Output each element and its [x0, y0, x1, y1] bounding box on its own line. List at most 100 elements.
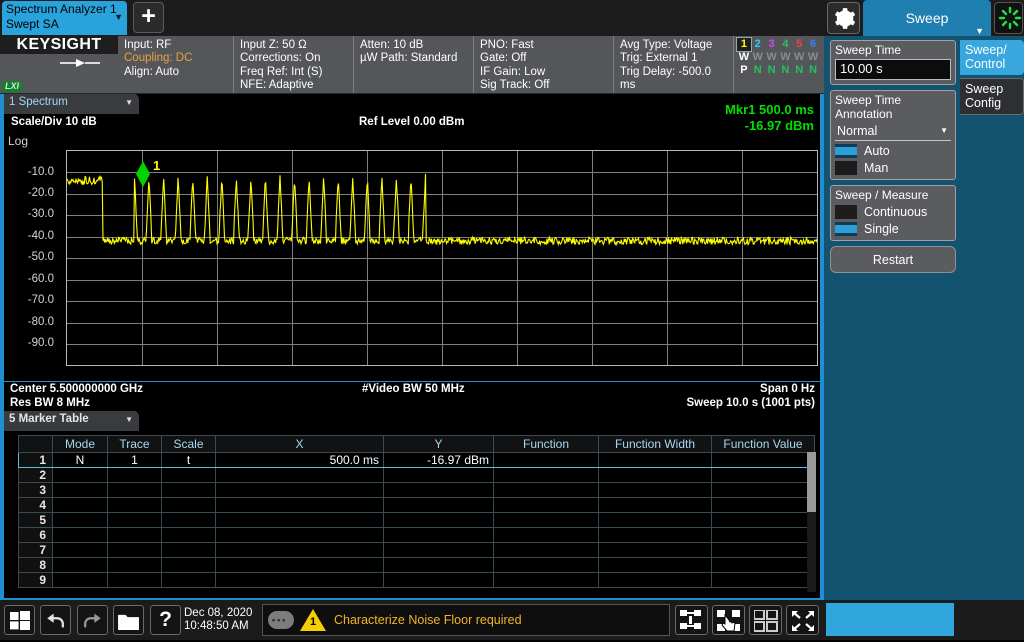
chevron-down-icon[interactable]: ▼ [125, 98, 133, 107]
status-atten-group[interactable]: Atten: 10 dB µW Path: Standard [354, 36, 474, 93]
col-function: Function [493, 435, 599, 453]
single-option[interactable]: Single [835, 222, 951, 236]
busy-indicator-icon [998, 6, 1022, 30]
trace-indicator-grid[interactable]: 1 2 3 4 5 6 W W W W W W P N N N N N [734, 36, 822, 93]
annotation-sweep[interactable]: Sweep 10.0 s (1001 pts) [687, 397, 815, 409]
status-atten: Atten: 10 dB [360, 39, 424, 51]
table-row[interactable]: 4 [18, 497, 815, 513]
marker-cell-x [215, 542, 384, 558]
status-reference-group[interactable]: Input Z: 50 Ω Corrections: On Freq Ref: … [234, 36, 354, 93]
file-open-button[interactable] [113, 605, 144, 635]
sweep-measure-card[interactable]: Sweep / Measure Continuous Single [830, 185, 956, 241]
marker-cell-function-value [711, 467, 815, 483]
sweep-time-annotation-card[interactable]: Sweep Time Annotation Normal ▼ Auto Man [830, 90, 956, 180]
y-tick-7: -70.0 [27, 294, 54, 306]
table-row[interactable]: 6 [18, 527, 815, 543]
restart-button[interactable]: Restart [830, 246, 956, 273]
man-radio-indicator[interactable] [835, 161, 857, 175]
fullscreen-button[interactable] [786, 605, 819, 635]
status-message-bar[interactable]: ••• 1 Characterize Noise Floor required [262, 604, 670, 636]
subtab-sweep-config[interactable]: Sweep Config [960, 78, 1024, 115]
subtab-sweep-control[interactable]: Sweep/ Control [960, 40, 1024, 75]
trace-number-3[interactable]: 3 [765, 38, 779, 51]
table-row[interactable]: 5 [18, 512, 815, 528]
marker-cell-x [215, 572, 384, 588]
annotation-res-bw[interactable]: Res BW 8 MHz [10, 397, 90, 409]
table-row[interactable]: 3 [18, 482, 815, 498]
annotation-dropdown[interactable]: Normal ▼ [835, 123, 951, 141]
continuous-option[interactable]: Continuous [835, 205, 951, 219]
activity-led-button[interactable] [994, 2, 1023, 34]
status-trig-delay: Trig Delay: -500.0 ms [620, 65, 711, 92]
help-button[interactable]: ? [150, 605, 181, 635]
table-row[interactable]: 2 [18, 467, 815, 483]
pane-tab-marker-table[interactable]: 5 Marker Table ▼ [4, 411, 139, 431]
status-input-group[interactable]: Input: RF Coupling: DC Align: Auto [118, 36, 234, 93]
reference-level[interactable]: Ref Level 0.00 dBm [359, 116, 464, 128]
annotation-center-freq[interactable]: Center 5.500000000 GHz [10, 383, 143, 395]
trace-number-4[interactable]: 4 [778, 38, 792, 51]
trace-detector-1: W [738, 51, 750, 63]
status-gate: Gate: Off [480, 52, 527, 65]
touch-mode-button[interactable] [712, 605, 745, 635]
marker-cell-mode: N [52, 452, 108, 468]
status-sweep-group[interactable]: PNO: Fast Gate: Off IF Gain: Low Sig Tra… [474, 36, 614, 93]
graticule-grid[interactable]: 1 [66, 150, 818, 366]
trace-number-5[interactable]: 5 [792, 38, 806, 51]
sweep-time-label: Sweep Time [835, 43, 902, 57]
trace-number-1[interactable]: 1 [736, 37, 752, 52]
trace-number-6[interactable]: 6 [806, 38, 820, 51]
chevron-down-icon[interactable]: ▼ [114, 10, 123, 25]
redo-icon [84, 613, 101, 628]
auto-radio-indicator[interactable] [835, 144, 857, 158]
trace-number-2[interactable]: 2 [751, 38, 765, 51]
tab-spectrum-analyzer-1[interactable]: Spectrum Analyzer 1 Swept SA ▼ [2, 1, 127, 35]
hand-pointer-icon [717, 610, 740, 632]
menu-tab-sweep[interactable]: Sweep ▼ [863, 0, 991, 36]
marker-cell-idx: 2 [18, 467, 53, 483]
marker-cell-trace [107, 497, 162, 513]
auto-option[interactable]: Auto [835, 144, 951, 158]
single-radio-indicator[interactable] [835, 222, 857, 236]
annotation-video-bw[interactable]: #Video BW 50 MHz [362, 383, 465, 395]
marker-table[interactable]: Mode Trace Scale X Y Function Function W… [18, 435, 815, 588]
add-tab-button[interactable]: + [133, 2, 164, 33]
continuous-radio-indicator[interactable] [835, 205, 857, 219]
marker-cell-idx: 3 [18, 482, 53, 498]
scale-per-division[interactable]: Scale/Div 10 dB [11, 116, 97, 128]
marker-cell-mode [52, 542, 108, 558]
start-menu-button[interactable] [4, 605, 35, 635]
marker-cell-function [493, 467, 599, 483]
marker-cell-function-value [711, 572, 815, 588]
status-input-z: Input Z: 50 Ω [240, 39, 307, 51]
table-row[interactable]: 8 [18, 557, 815, 573]
marker-cell-function [493, 542, 599, 558]
status-trigger-group[interactable]: Avg Type: Voltage Trig: External 1 Trig … [614, 36, 734, 93]
annotation-span[interactable]: Span 0 Hz [760, 383, 815, 395]
network-nodes-button[interactable] [675, 605, 708, 635]
marker-table-scrollbar[interactable] [807, 452, 816, 592]
y-tick-1: -10.0 [27, 166, 54, 178]
marker-cell-y [383, 527, 494, 543]
chevron-down-icon[interactable]: ▼ [125, 415, 133, 424]
sweep-time-input[interactable]: 10.00 s [835, 59, 951, 80]
man-option[interactable]: Man [835, 161, 951, 175]
window-layout-button[interactable] [749, 605, 782, 635]
message-bubble-icon[interactable]: ••• [268, 611, 294, 629]
sweep-time-card[interactable]: Sweep Time 10.00 s [830, 40, 956, 85]
chevron-down-icon[interactable]: ▼ [940, 126, 948, 135]
table-row[interactable]: 1 N 1 t 500.0 ms -16.97 dBm [18, 452, 815, 468]
spectrum-display-pane: 1 Spectrum ▼ Scale/Div 10 dB Ref Level 0… [0, 94, 824, 411]
table-row[interactable]: 9 [18, 572, 815, 588]
table-row[interactable]: 7 [18, 542, 815, 558]
marker-cell-x: 500.0 ms [215, 452, 384, 468]
status-align: Align: Auto [124, 65, 179, 78]
undo-button[interactable] [40, 605, 71, 635]
marker-1-diamond-icon[interactable] [135, 161, 151, 187]
status-pno: PNO: Fast [480, 39, 534, 51]
redo-button[interactable] [77, 605, 108, 635]
marker-cell-function-width [598, 497, 712, 513]
status-nfe: NFE: Adaptive [240, 79, 314, 92]
settings-gear-button[interactable] [827, 2, 860, 34]
pane-tab-spectrum[interactable]: 1 Spectrum ▼ [4, 94, 139, 114]
